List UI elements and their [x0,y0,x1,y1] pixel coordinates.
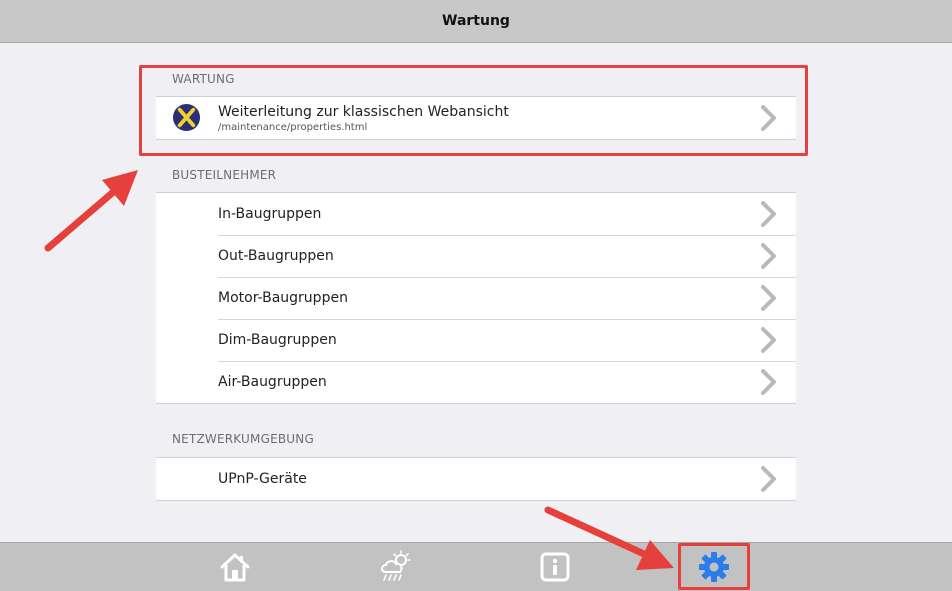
list-item-label: UPnP-Geräte [218,471,307,487]
list-item-dim-baugruppen[interactable]: Dim-Baugruppen [156,319,796,361]
tab-home[interactable] [217,549,253,585]
list-item-label: Out-Baugruppen [218,248,334,264]
list-item-air-baugruppen[interactable]: Air-Baugruppen [156,361,796,403]
list-item-in-baugruppen[interactable]: In-Baugruppen [156,193,796,235]
annotation-arrow-icon [44,170,138,252]
annotation-highlight-box [139,65,808,156]
chevron-right-icon [761,243,776,269]
group-netzwerkumgebung: UPnP-Geräte [156,457,796,501]
annotation-highlight-box-settings [678,543,750,590]
tab-bar [0,542,952,591]
chevron-right-icon [761,466,776,492]
weather-icon [381,550,411,581]
annotation-arrow-settings-icon [544,506,674,570]
group-busteilnehmer: In-Baugruppen Out-Baugruppen Motor-Baugr… [156,192,796,404]
section-header-busteilnehmer: BUSTEILNEHMER [172,168,277,182]
chevron-right-icon [761,369,776,395]
home-icon [220,553,250,582]
list-item-label: Motor-Baugruppen [218,290,348,306]
section-header-netzwerkumgebung: NETZWERKUMGEBUNG [172,432,314,446]
tab-weather[interactable] [377,549,413,585]
list-item-motor-baugruppen[interactable]: Motor-Baugruppen [156,277,796,319]
title-bar: Wartung [0,0,952,43]
list-item-label: Dim-Baugruppen [218,332,337,348]
list-item-upnp-geraete[interactable]: UPnP-Geräte [156,458,796,500]
chevron-right-icon [761,285,776,311]
list-item-label: Air-Baugruppen [218,374,327,390]
list-item-label: In-Baugruppen [218,206,322,222]
chevron-right-icon [761,327,776,353]
chevron-right-icon [761,201,776,227]
list-item-out-baugruppen[interactable]: Out-Baugruppen [156,235,796,277]
page-title: Wartung [442,13,510,29]
